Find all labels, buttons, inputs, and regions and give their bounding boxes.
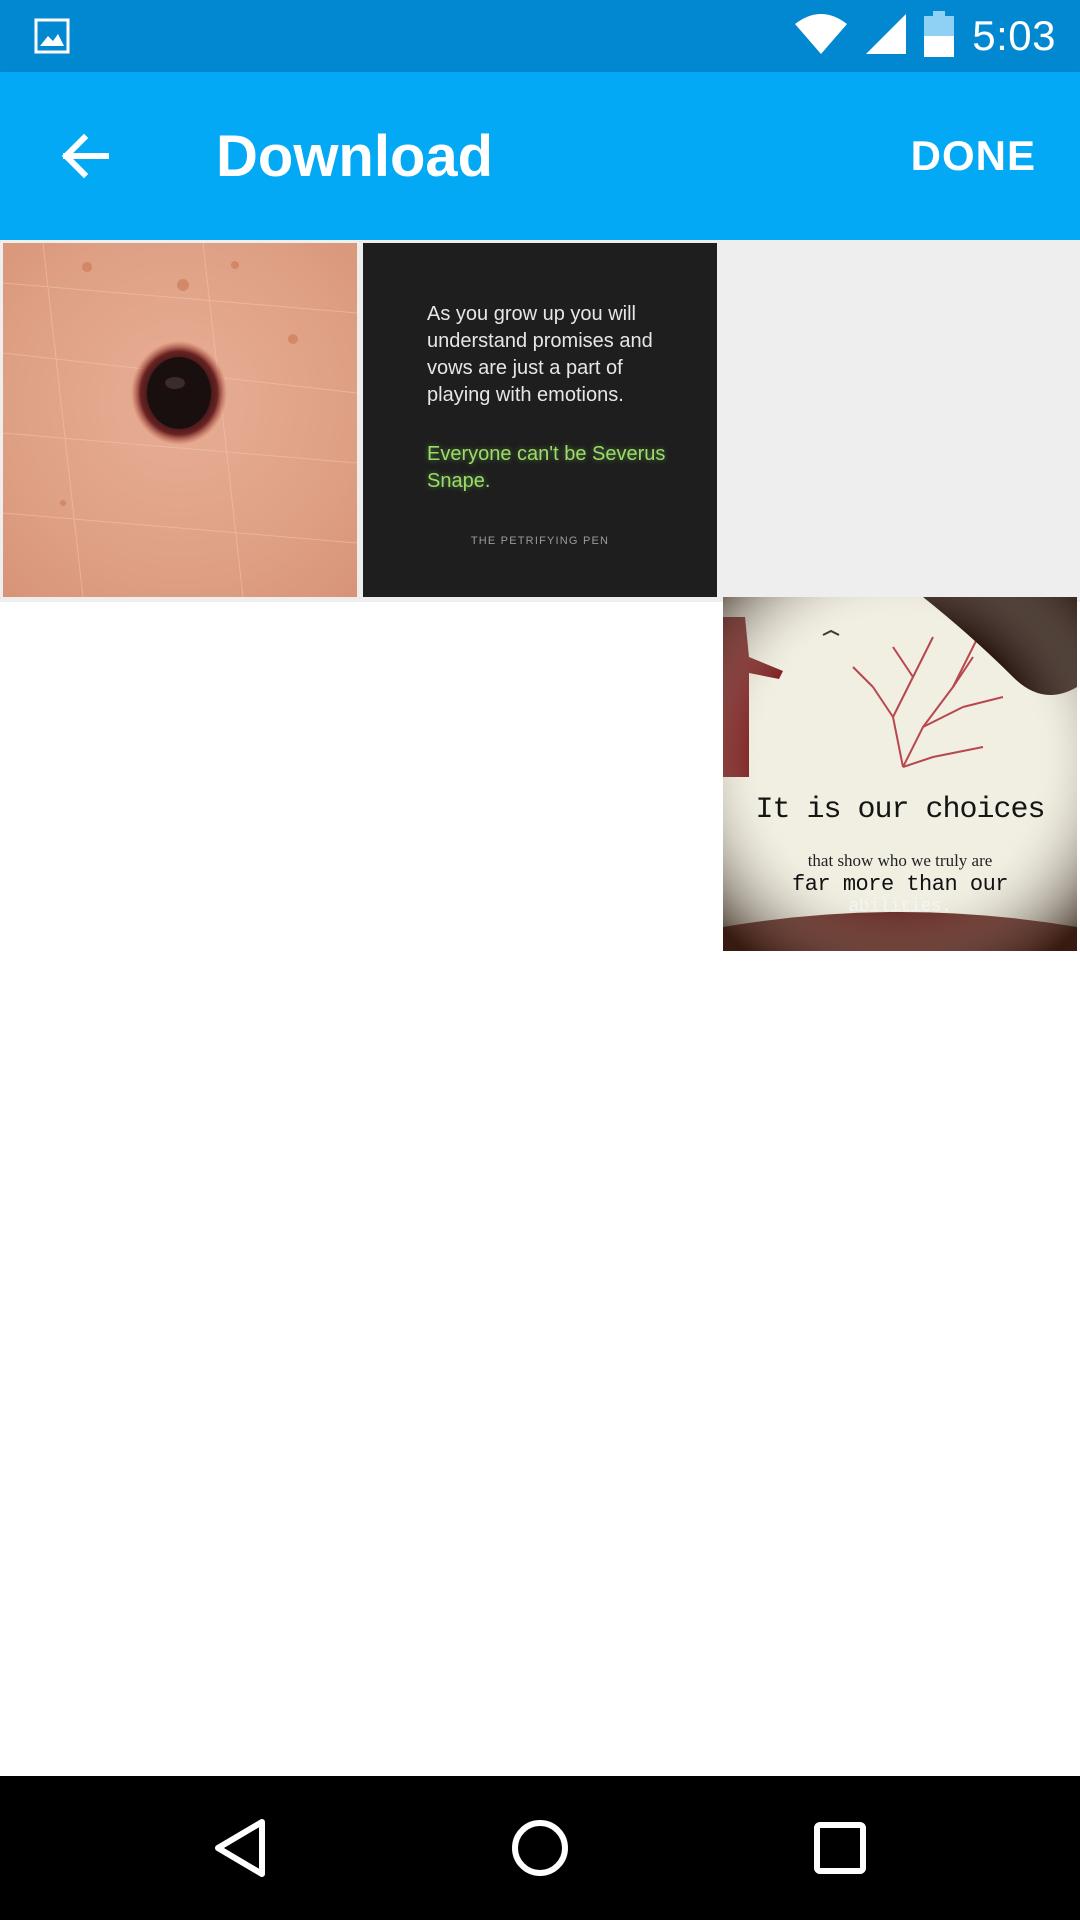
choices-subtitle-1: that show who we truly are [807,851,993,870]
recents-square-icon [814,1822,866,1874]
choices-title: It is our choices [755,793,1045,827]
quote-highlight-text: Everyone can't be Severus Snape. [427,443,666,492]
nav-recents-button[interactable] [780,1806,900,1890]
quote-signature: THE PETRIFYING PEN [470,535,610,547]
nav-back-button[interactable] [180,1806,300,1890]
quote-main-text: As you grow up you will understand promi… [427,303,653,406]
image-tile-mole[interactable] [3,243,357,597]
image-tile-quote[interactable]: As you grow up you will understand promi… [363,243,717,597]
status-bar: 5:03 [0,0,1080,72]
image-tile-choices[interactable]: It is our choices that show who we truly… [723,597,1077,951]
cell-signal-icon [866,13,907,59]
image-grid: As you grow up you will understand promi… [0,240,1080,951]
choices-subtitle-2: far more than our [792,872,1008,897]
home-circle-icon [512,1820,568,1876]
done-button[interactable]: DONE [903,114,1044,198]
gallery-notification-icon [34,18,70,54]
nav-home-button[interactable] [480,1806,600,1890]
status-icons: 5:03 [794,0,1056,72]
mole-photo [3,243,357,597]
choices-subtitle-3: abilities. [848,897,952,917]
wifi-icon [794,13,848,59]
back-button[interactable] [36,114,132,198]
status-time: 5:03 [972,12,1056,59]
battery-icon [924,10,955,62]
page-title: Download [216,123,494,189]
navigation-bar [0,1776,1080,1920]
arrow-back-icon [61,133,109,179]
app-bar: Download DONE [0,72,1080,240]
back-triangle-icon [215,1819,265,1877]
